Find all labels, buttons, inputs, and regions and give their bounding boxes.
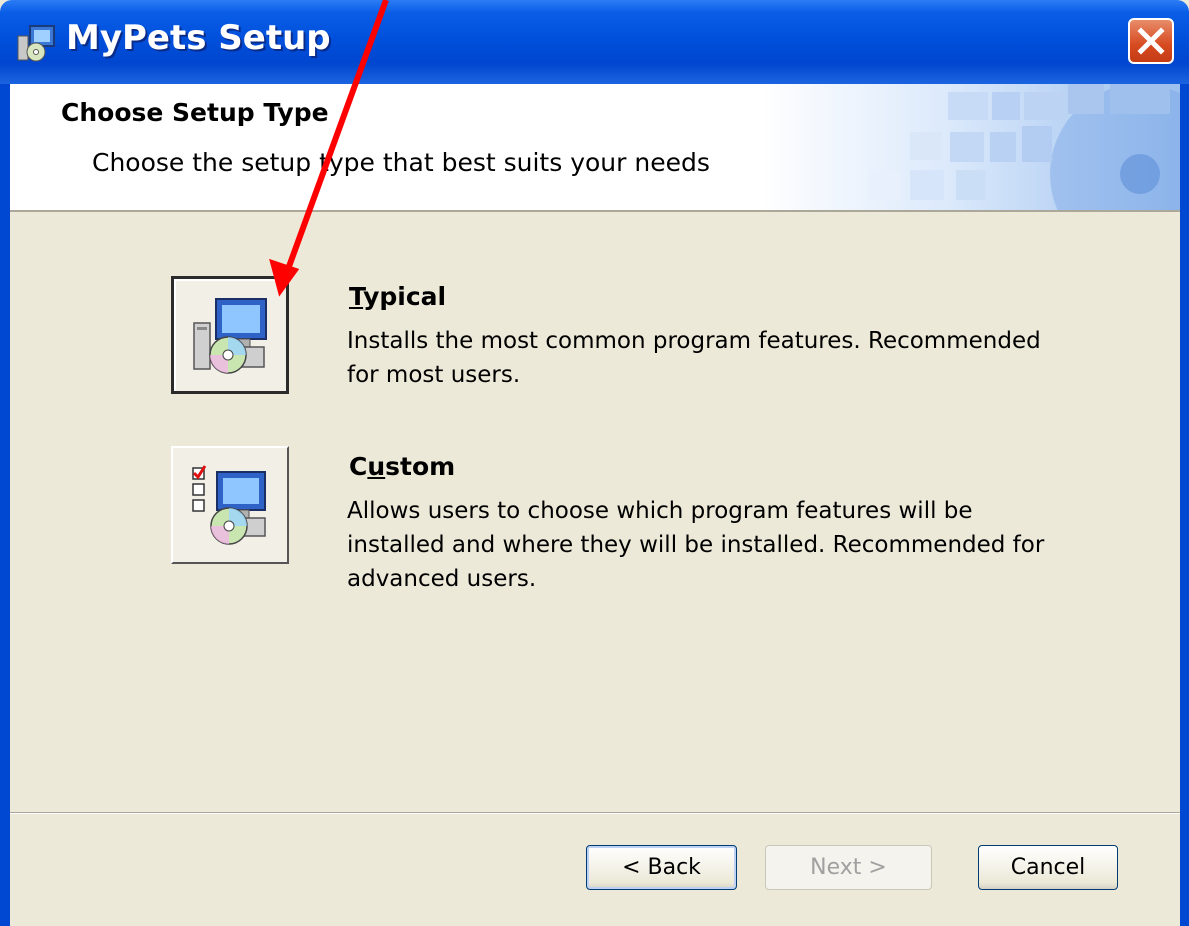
- typical-title-rest: ypical: [363, 282, 447, 311]
- setup-window: MyPets Setup Choose Setup Type Choose th…: [0, 0, 1189, 926]
- header-banner-graphic: [760, 84, 1180, 210]
- computer-cd-checklist-icon: [192, 465, 266, 545]
- close-button[interactable]: [1128, 18, 1174, 64]
- custom-title-prefix: C: [349, 452, 368, 481]
- custom-mnemonic: u: [367, 452, 386, 481]
- typical-option-title: Typical: [349, 282, 446, 311]
- typical-option-description: Installs the most common program feature…: [347, 328, 1041, 388]
- next-button[interactable]: Next >: [765, 845, 932, 890]
- computer-cd-install-icon: [193, 298, 267, 374]
- typical-mnemonic: T: [349, 282, 364, 311]
- title-bar[interactable]: MyPets Setup: [0, 0, 1189, 84]
- close-icon: [1137, 27, 1165, 55]
- window-frame-right: [1180, 84, 1189, 926]
- page-subtitle: Choose the setup type that best suits yo…: [92, 148, 710, 177]
- custom-option-button[interactable]: [171, 446, 289, 564]
- custom-option-title: Custom: [349, 452, 455, 481]
- page-title: Choose Setup Type: [61, 98, 329, 127]
- custom-title-rest: stom: [385, 452, 456, 481]
- setup-app-icon: [17, 25, 55, 62]
- header-panel: Choose Setup Type Choose the setup type …: [10, 84, 1180, 212]
- window-frame-left: [0, 84, 10, 926]
- back-button[interactable]: < Back: [586, 845, 737, 890]
- footer-separator: [10, 812, 1180, 814]
- typical-option-button[interactable]: [171, 276, 289, 394]
- custom-option-description: Allows users to choose which program fea…: [347, 498, 1045, 592]
- cancel-button[interactable]: Cancel: [978, 845, 1118, 890]
- window-title: MyPets Setup: [66, 18, 331, 58]
